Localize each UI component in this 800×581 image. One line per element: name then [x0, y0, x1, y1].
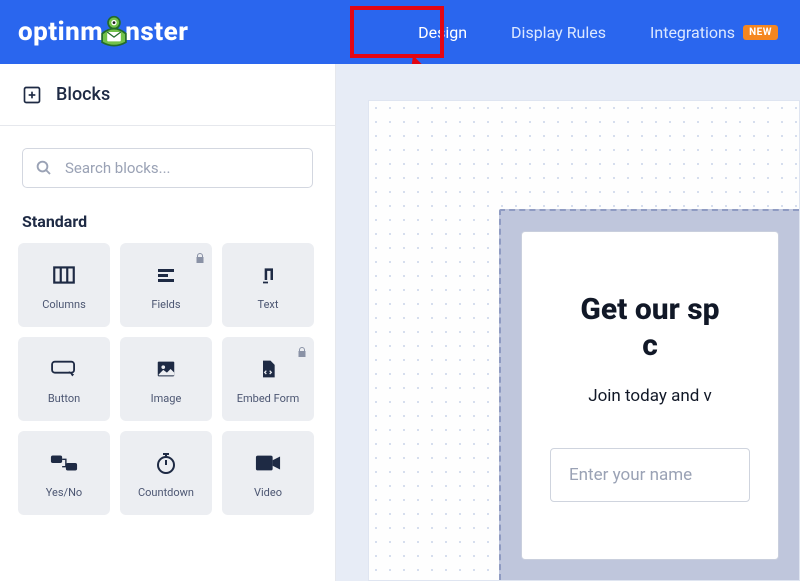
brand-text-left: optinm [18, 17, 103, 47]
sidebar: Blocks Standard [0, 64, 336, 581]
nav-design-label: Design [418, 23, 467, 42]
blocks-add-icon [22, 85, 42, 105]
brand-mascot-icon [97, 15, 131, 49]
block-fields[interactable]: Fields [120, 243, 212, 327]
search-icon [35, 159, 53, 177]
nav-display-rules[interactable]: Display Rules [489, 0, 628, 64]
nav-integrations[interactable]: Integrations NEW [628, 0, 800, 64]
block-text[interactable]: Text [222, 243, 314, 327]
block-label: Countdown [138, 486, 194, 499]
block-label: Image [151, 392, 182, 405]
block-label: Text [258, 298, 279, 311]
nav-design[interactable]: Design [396, 0, 489, 64]
text-icon [258, 260, 278, 290]
popup-heading: Get our sp c [550, 292, 750, 364]
block-button[interactable]: Button [18, 337, 110, 421]
yesno-icon [50, 448, 78, 478]
search-input[interactable] [65, 159, 300, 177]
nav-display-rules-label: Display Rules [511, 23, 606, 42]
canvas[interactable]: Get our sp c Join today and v [336, 64, 800, 581]
fields-icon [154, 260, 178, 290]
popup-outer[interactable]: Get our sp c Join today and v [499, 209, 799, 580]
popup-inner[interactable]: Get our sp c Join today and v [521, 231, 779, 560]
popup-subheading: Join today and v [550, 386, 750, 406]
search-wrap [0, 126, 335, 198]
countdown-icon [154, 448, 178, 478]
sidebar-header: Blocks [0, 64, 335, 126]
embed-icon [258, 354, 278, 384]
video-icon [255, 448, 281, 478]
sidebar-title: Blocks [56, 84, 110, 105]
brand-logo: optinm nster [0, 15, 206, 49]
button-icon [49, 354, 79, 384]
block-video[interactable]: Video [222, 431, 314, 515]
image-icon [155, 354, 177, 384]
top-bar: optinm nster Design Display Rules Integr… [0, 0, 800, 64]
nav-integrations-label: Integrations [650, 23, 735, 42]
section-standard-title: Standard [0, 198, 335, 243]
main: Blocks Standard [0, 64, 800, 581]
columns-icon [51, 260, 77, 290]
canvas-inner[interactable]: Get our sp c Join today and v [368, 100, 800, 581]
new-badge: NEW [743, 25, 778, 40]
popup-heading-line1: Get our sp [580, 292, 719, 327]
top-nav: Design Display Rules Integrations NEW [396, 0, 800, 64]
block-label: Fields [151, 298, 180, 311]
block-label: Yes/No [46, 486, 82, 499]
block-label: Embed Form [237, 392, 299, 405]
popup-name-input[interactable] [550, 448, 750, 502]
block-image[interactable]: Image [120, 337, 212, 421]
block-label: Columns [42, 298, 86, 311]
brand-text-right: nster [125, 17, 188, 47]
block-countdown[interactable]: Countdown [120, 431, 212, 515]
lock-icon [194, 249, 206, 261]
block-columns[interactable]: Columns [18, 243, 110, 327]
popup-heading-line2: c [642, 328, 658, 363]
block-embed-form[interactable]: Embed Form [222, 337, 314, 421]
block-yes-no[interactable]: Yes/No [18, 431, 110, 515]
blocks-grid: Columns Fields [0, 243, 335, 515]
lock-icon [296, 343, 308, 355]
block-label: Video [254, 486, 282, 499]
search-box[interactable] [22, 148, 313, 188]
block-label: Button [48, 392, 80, 405]
